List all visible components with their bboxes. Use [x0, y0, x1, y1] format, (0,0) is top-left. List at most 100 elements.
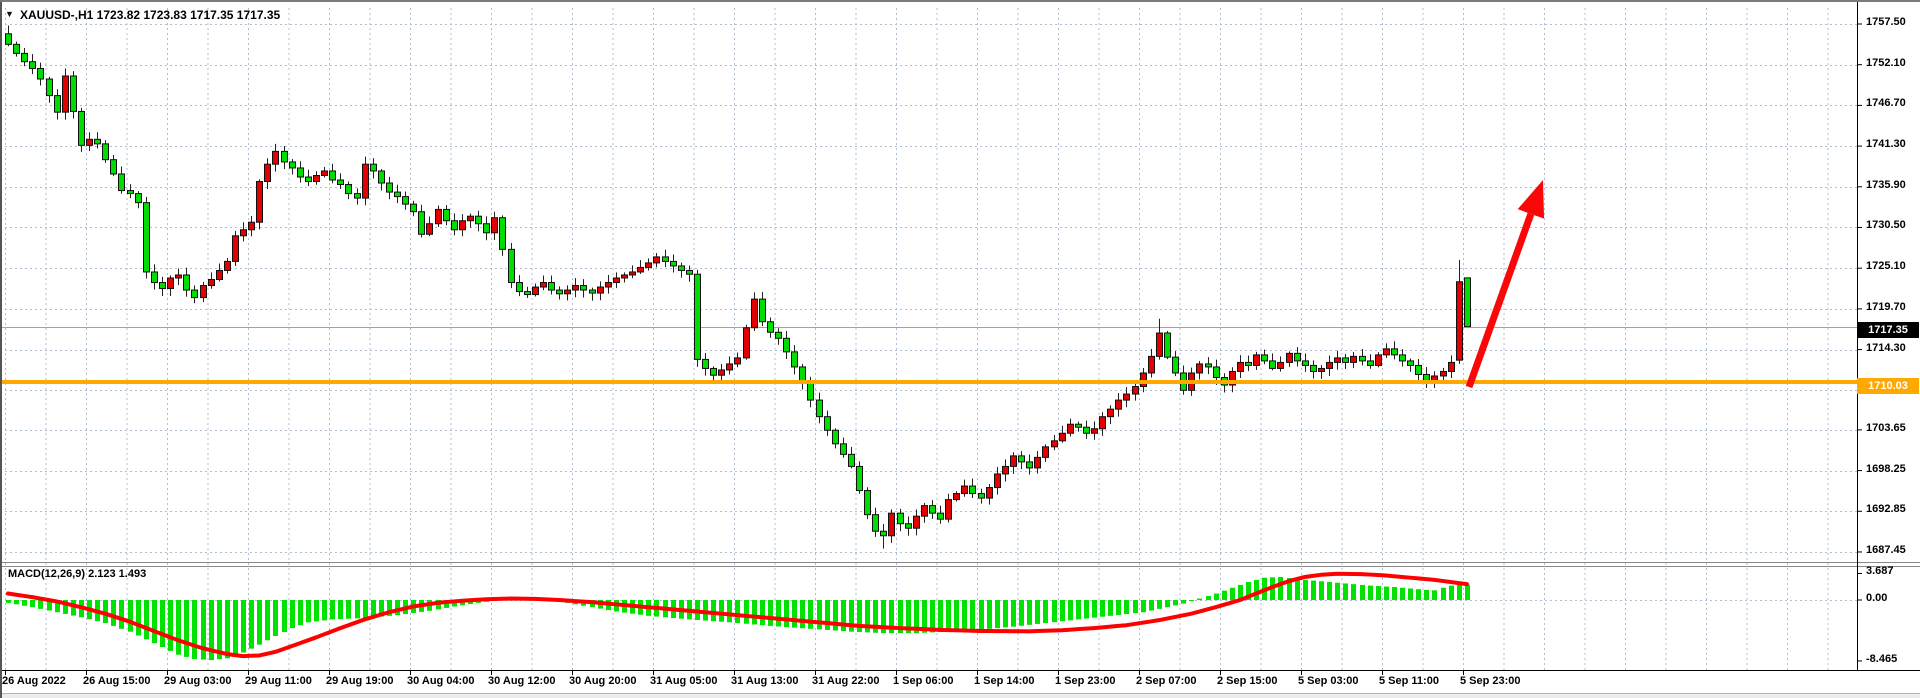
- macd-bar: [136, 600, 141, 636]
- bull-candle: [1052, 441, 1058, 447]
- bull-candle: [946, 500, 952, 520]
- macd-bar: [128, 600, 133, 632]
- macd-bar: [727, 600, 732, 622]
- macd-bar: [306, 600, 311, 622]
- bear-candle: [760, 299, 766, 322]
- macd-bar: [938, 600, 943, 632]
- bear-candle: [517, 283, 523, 292]
- bear-candle: [444, 209, 450, 220]
- bear-candle: [14, 44, 20, 53]
- bear-candle: [873, 515, 879, 532]
- macd-bar: [168, 600, 173, 651]
- bull-candle: [322, 171, 328, 176]
- macd-bar: [1222, 591, 1227, 600]
- time-tick-label: 2 Sep 07:00: [1136, 675, 1197, 687]
- macd-bar: [1449, 586, 1454, 600]
- bear-candle: [47, 79, 53, 96]
- macd-bar: [784, 600, 789, 627]
- bull-candle: [1278, 362, 1284, 368]
- bear-candle: [865, 491, 871, 515]
- mt4-chart-window[interactable]: ▼ XAUUSD-,H1 1723.82 1723.83 1717.35 171…: [0, 0, 1920, 698]
- macd-bar: [719, 600, 724, 622]
- bull-candle: [87, 139, 93, 145]
- grid-layer: [0, 8, 1857, 670]
- macd-bar: [1060, 600, 1065, 621]
- bull-candle: [954, 494, 960, 500]
- chart-quick-menu-icon[interactable]: ▼: [5, 9, 14, 19]
- chart-canvas[interactable]: [0, 2, 1920, 698]
- bear-candle: [1084, 427, 1090, 433]
- bear-candle: [938, 513, 944, 519]
- macd-bar: [1465, 585, 1470, 600]
- macd-bar: [946, 600, 951, 632]
- macd-tick-label: -8.465: [1866, 653, 1897, 665]
- macd-bar: [1392, 587, 1397, 600]
- bear-candle: [6, 34, 12, 45]
- macd-bar: [792, 600, 797, 628]
- bull-candle: [217, 270, 223, 279]
- bear-candle: [930, 506, 936, 514]
- bear-candle: [192, 290, 198, 298]
- bear-candle: [1019, 456, 1025, 462]
- bear-candle: [857, 466, 863, 490]
- bull-candle: [233, 236, 239, 262]
- bear-candle: [411, 204, 417, 212]
- macd-histogram-layer: [6, 577, 1470, 660]
- macd-bar: [970, 600, 975, 630]
- macd-bar: [1019, 600, 1024, 626]
- bear-candle: [1368, 361, 1374, 366]
- macd-bar: [1303, 580, 1308, 600]
- macd-bar: [1206, 596, 1211, 600]
- bull-candle: [622, 275, 628, 278]
- bear-candle: [330, 171, 336, 180]
- macd-bar: [1027, 600, 1032, 625]
- bull-candle: [727, 364, 733, 370]
- bull-candle: [541, 283, 547, 288]
- price-tick-label: 1730.50: [1866, 219, 1906, 231]
- time-tick-label: 5 Sep 03:00: [1298, 675, 1359, 687]
- bear-candle: [808, 382, 814, 400]
- time-tick-label: 30 Aug 04:00: [407, 675, 474, 687]
- bear-candle: [1416, 365, 1422, 374]
- bear-candle: [703, 359, 709, 368]
- bull-candle: [914, 516, 920, 528]
- bull-candle: [1011, 456, 1017, 467]
- time-tick-label: 1 Sep 23:00: [1055, 675, 1116, 687]
- bear-candle: [419, 212, 425, 235]
- macd-bar: [395, 600, 400, 615]
- window-left-edge: [0, 2, 2, 698]
- macd-bar: [1311, 581, 1316, 600]
- macd-tick-label: 0.00: [1866, 592, 1887, 604]
- macd-bar: [1230, 588, 1235, 600]
- macd-bar: [160, 600, 165, 647]
- macd-bar: [1197, 599, 1202, 600]
- bear-candle: [590, 290, 596, 293]
- bull-candle: [1238, 362, 1244, 371]
- macd-bar: [38, 600, 43, 609]
- macd-bar: [119, 600, 124, 629]
- bear-candle: [290, 162, 296, 168]
- macd-bar: [1408, 588, 1413, 600]
- time-tick-label: 31 Aug 05:00: [650, 675, 717, 687]
- macd-bar: [1116, 600, 1121, 615]
- macd-bar: [298, 600, 303, 625]
- bull-candle: [1327, 362, 1333, 368]
- bull-candle: [598, 287, 604, 293]
- bear-candle: [1214, 367, 1220, 378]
- bear-candle: [817, 400, 823, 417]
- macd-bar: [987, 600, 992, 629]
- bull-candle: [1108, 409, 1114, 417]
- macd-bar: [817, 600, 822, 629]
- macd-bar: [290, 600, 295, 628]
- macd-bar: [30, 600, 35, 607]
- bull-candle: [1376, 355, 1382, 366]
- bull-candle: [209, 280, 215, 286]
- bull-candle: [995, 474, 1001, 488]
- macd-bar: [1278, 577, 1283, 600]
- macd-bar: [1043, 600, 1048, 623]
- bull-candle: [573, 286, 579, 291]
- macd-bar: [273, 600, 278, 636]
- bull-candle: [241, 230, 247, 236]
- macd-bar: [1141, 600, 1146, 612]
- bull-candle: [363, 164, 369, 198]
